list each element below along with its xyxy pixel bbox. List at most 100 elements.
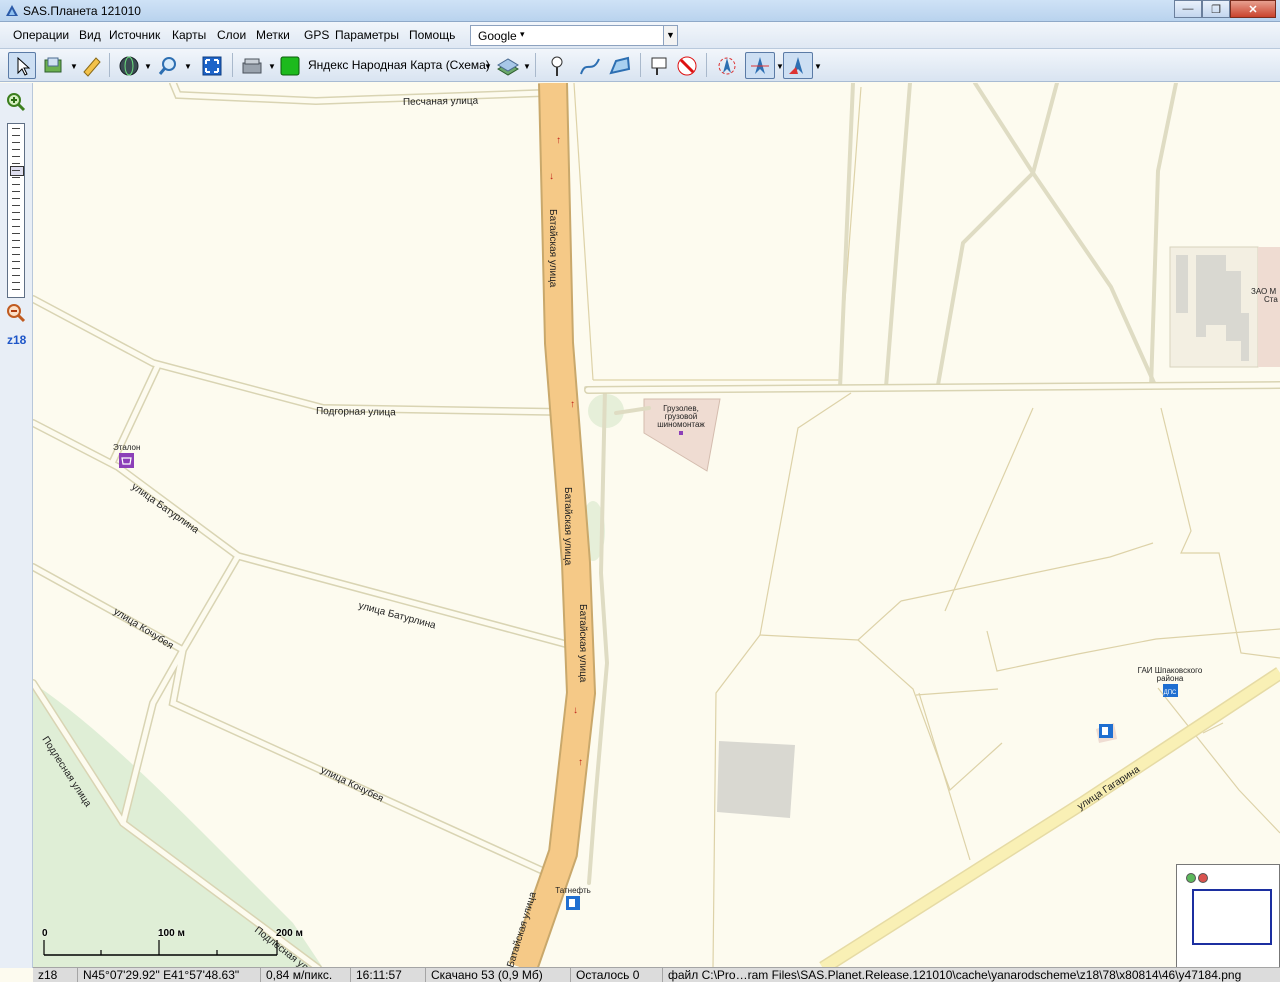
gps-track-button[interactable] <box>713 52 741 79</box>
zoom-slider-thumb[interactable] <box>10 166 24 176</box>
ruler-button[interactable] <box>79 52 105 79</box>
svg-text:↓: ↓ <box>573 705 578 716</box>
menu-bar: Операции Вид Источник Карты Слои Метки G… <box>0 22 1280 49</box>
maximize-button[interactable]: ❐ <box>1202 0 1230 18</box>
zoom-slider-tick <box>12 149 20 150</box>
zoom-slider-tick <box>12 205 20 206</box>
zoom-slider-tick <box>12 268 20 269</box>
menu-parameters[interactable]: Параметры <box>335 28 399 42</box>
layers-icon <box>44 57 62 72</box>
current-map-name[interactable]: Яндекс Народная Карта (Схема) <box>308 58 490 72</box>
zoom-in-icon[interactable] <box>6 92 26 112</box>
status-coordinates: N45°07'29.92" E41°57'48.63" <box>78 968 261 982</box>
search-input[interactable] <box>533 29 661 43</box>
gps-follow-button[interactable] <box>783 52 813 79</box>
window-title: SAS.Планета 121010 <box>23 4 141 18</box>
marks-list-button[interactable] <box>646 52 672 79</box>
park-area <box>33 683 323 968</box>
close-button[interactable]: ✕ <box>1230 0 1276 18</box>
menu-marks[interactable]: Метки <box>256 28 290 42</box>
menu-gps[interactable]: GPS <box>304 28 329 42</box>
minimap-zoom-in-icon[interactable] <box>1186 873 1196 883</box>
layers-button[interactable] <box>40 52 68 79</box>
zoom-tool-button[interactable] <box>154 52 182 79</box>
polygon-icon <box>609 56 631 74</box>
add-polygon-button[interactable] <box>606 52 634 79</box>
zoom-slider-tick <box>12 156 20 157</box>
gps-center-button[interactable] <box>745 52 775 79</box>
minimap-zoom-out-icon[interactable] <box>1198 873 1208 883</box>
fuel-station-icon[interactable] <box>1096 723 1117 743</box>
chevron-down-icon[interactable]: ▼ <box>144 62 152 71</box>
chevron-down-icon[interactable]: ▼ <box>268 62 276 71</box>
scale-label-zero: 0 <box>42 928 48 939</box>
svg-text:↑: ↑ <box>556 135 561 146</box>
hide-marks-button[interactable] <box>674 52 700 79</box>
building <box>717 741 795 818</box>
status-resolution: 0,84 м/пикс. <box>261 968 351 982</box>
minimap-viewport[interactable] <box>1192 889 1272 945</box>
poi-marker-icon[interactable] <box>679 431 683 435</box>
window-controls: — ❐ ✕ <box>1174 0 1276 18</box>
menu-maps[interactable]: Карты <box>172 28 206 42</box>
globe-button[interactable] <box>116 52 142 79</box>
scale-bar: 0 100 м 200 м <box>41 928 311 958</box>
zoom-out-icon[interactable] <box>6 303 26 323</box>
gps-center-icon <box>751 56 769 74</box>
zoom-slider-tick <box>12 275 20 276</box>
add-placemark-button[interactable] <box>545 52 569 79</box>
chevron-down-icon[interactable]: ▼ <box>523 62 531 71</box>
street-label-koch: улица Кочубея <box>319 764 386 805</box>
police-icon[interactable]: ДПС <box>1163 684 1178 697</box>
search-provider-button[interactable]: Google <box>478 29 517 43</box>
street-label-batur: улица Батурлина <box>129 481 201 536</box>
menu-layers[interactable]: Слои <box>217 28 246 42</box>
chevron-down-icon[interactable]: ▼ <box>484 62 492 71</box>
zoom-slider[interactable] <box>7 123 25 298</box>
zoom-slider-tick <box>12 177 20 178</box>
menu-operations[interactable]: Операции <box>13 28 69 42</box>
zoom-slider-tick <box>12 198 20 199</box>
marks-list-icon <box>651 57 667 75</box>
map-source-button[interactable] <box>278 52 302 79</box>
chevron-down-icon[interactable]: ▼ <box>184 62 192 71</box>
minimap-controls <box>1186 873 1208 883</box>
pointer-icon <box>17 56 31 76</box>
map-view[interactable]: ↑ ↓ ↑ ↓ ↑ Песчаная улица Подгорная улица… <box>33 83 1280 968</box>
chevron-down-icon[interactable]: ▼ <box>70 62 78 71</box>
layers-overlay-icon <box>497 57 519 76</box>
menu-source[interactable]: Источник <box>109 28 160 42</box>
street-label-bat: Батайская улица <box>547 209 558 288</box>
toolbar-separator <box>535 53 536 77</box>
menu-view[interactable]: Вид <box>79 28 101 42</box>
zoom-slider-tick <box>12 247 20 248</box>
shop-icon[interactable] <box>119 453 134 468</box>
zoom-panel: z18 <box>0 83 33 968</box>
search-dropdown-button[interactable]: ▼ <box>663 26 677 45</box>
chevron-down-icon[interactable]: ▼ <box>814 62 822 71</box>
search-box: Google ▾ ▼ <box>470 25 678 46</box>
toolbar-separator <box>706 53 707 77</box>
minimize-button[interactable]: — <box>1174 0 1202 18</box>
fullscreen-button[interactable] <box>198 52 226 79</box>
zoom-slider-tick <box>12 135 20 136</box>
layers-overlay-button[interactable] <box>494 52 522 79</box>
svg-text:ДПС: ДПС <box>1164 690 1177 696</box>
menu-help[interactable]: Помощь <box>409 28 455 42</box>
no-marks-icon <box>677 56 697 75</box>
zoom-slider-tick <box>12 261 20 262</box>
fuel-station-icon[interactable] <box>566 896 580 910</box>
map-source-icon <box>280 56 300 75</box>
minimap[interactable] <box>1176 864 1280 968</box>
svg-text:↓: ↓ <box>549 171 554 182</box>
pointer-tool-button[interactable] <box>8 52 36 79</box>
zoom-slider-tick <box>12 233 20 234</box>
map-canvas[interactable]: ↑ ↓ ↑ ↓ ↑ Песчаная улица Подгорная улица… <box>33 83 1280 968</box>
gps-device-button[interactable] <box>238 52 268 79</box>
globe-icon <box>119 56 139 75</box>
zoom-slider-tick <box>12 170 20 171</box>
zoom-slider-tick <box>12 289 20 290</box>
add-path-button[interactable] <box>576 52 604 79</box>
poi-label-etalon: Эталон <box>113 443 140 452</box>
street-label-podgor: Подгорная улица <box>316 406 396 418</box>
